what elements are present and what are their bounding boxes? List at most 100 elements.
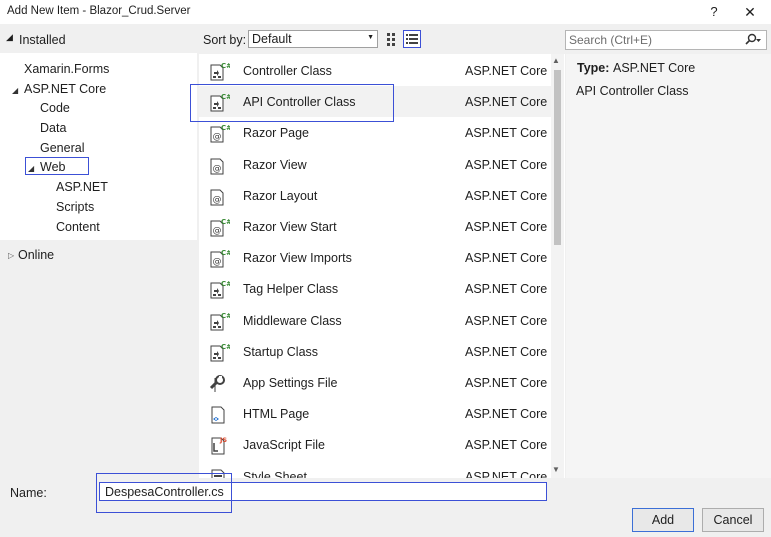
item-category: ASP.NET Core: [465, 251, 548, 266]
item-category: ASP.NET Core: [465, 407, 548, 422]
settings-file-icon: [208, 373, 230, 395]
item-category: ASP.NET Core: [465, 95, 548, 110]
svg-text:@: @: [213, 257, 222, 267]
razor-csharp-icon: C#@: [208, 248, 232, 270]
tree-item-data[interactable]: Data: [40, 121, 66, 135]
item-name: Controller Class: [243, 64, 332, 78]
list-item[interactable]: C#@ Razor View Imports ASP.NET Core: [199, 242, 551, 273]
tree-item-online[interactable]: Online: [18, 248, 54, 262]
type-label: Type:: [577, 61, 610, 75]
chevron-down-icon: ▼: [367, 34, 374, 41]
item-name: Razor View: [243, 157, 307, 172]
name-selection-highlight: [96, 473, 232, 513]
item-category: ASP.NET Core: [465, 469, 548, 478]
type-value: ASP.NET Core: [613, 61, 696, 75]
item-name: Style Sheet: [243, 469, 307, 478]
razor-csharp-icon: C#@: [208, 123, 232, 145]
item-name: App Settings File: [243, 376, 338, 390]
csharp-class-icon: C#: [208, 61, 232, 83]
item-name: Startup Class: [243, 344, 319, 359]
svg-text:@: @: [213, 164, 222, 174]
item-category: ASP.NET Core: [465, 157, 548, 172]
razor-icon: @: [208, 155, 230, 177]
item-selection-highlight: [190, 84, 394, 122]
tree-item-xamarin-forms[interactable]: Xamarin.Forms: [24, 62, 109, 76]
tree-item-web[interactable]: Web: [40, 160, 65, 174]
item-category: ASP.NET Core: [465, 188, 548, 203]
csharp-class-icon: C#: [208, 342, 232, 364]
list-item[interactable]: @ Razor Layout ASP.NET Core: [199, 180, 551, 211]
item-name: Razor View Start: [243, 220, 337, 234]
razor-icon: @: [208, 186, 230, 208]
item-name: Tag Helper Class: [243, 282, 339, 297]
item-name: JavaScript File: [243, 438, 325, 453]
item-name: HTML Page: [243, 407, 310, 422]
item-category: ASP.NET Core: [465, 344, 548, 359]
details-pane: [566, 54, 771, 478]
expand-icon[interactable]: ◢: [28, 164, 34, 173]
list-item[interactable]: C#@ Razor View Start ASP.NET Core: [199, 211, 551, 242]
installed-expand-icon[interactable]: ◢: [6, 32, 13, 43]
search-input[interactable]: [569, 32, 741, 48]
scroll-down-icon[interactable]: ▼: [552, 465, 560, 474]
csharp-class-icon: C#: [208, 311, 232, 333]
grid-view-icon[interactable]: [385, 31, 401, 47]
item-category: ASP.NET Core: [465, 438, 548, 453]
svg-text:C#: C#: [221, 343, 230, 351]
javascript-file-icon: JS: [208, 435, 230, 457]
html-file-icon: [208, 404, 230, 426]
svg-text:C#: C#: [221, 62, 230, 70]
svg-text:JS: JS: [219, 436, 227, 444]
svg-text:C#: C#: [221, 249, 230, 257]
item-category: ASP.NET Core: [465, 126, 548, 141]
tree-item-aspnet-core[interactable]: ASP.NET Core: [24, 82, 106, 96]
list-item[interactable]: C# Controller Class ASP.NET Core: [199, 55, 551, 86]
window-title: Add New Item - Blazor_Crud.Server: [7, 5, 191, 17]
razor-csharp-icon: C#@: [208, 217, 232, 239]
tree-item-code[interactable]: Code: [40, 101, 70, 115]
item-category: ASP.NET Core: [465, 220, 548, 234]
close-button[interactable]: ✕: [738, 2, 762, 22]
tree-item-content[interactable]: Content: [56, 220, 100, 234]
svg-text:C#: C#: [221, 312, 230, 320]
item-name: Razor Page: [243, 126, 310, 141]
svg-text:C#: C#: [221, 218, 230, 226]
csharp-class-icon: C#: [208, 279, 232, 301]
scroll-up-icon[interactable]: ▲: [552, 56, 560, 65]
search-icon[interactable]: [744, 33, 762, 47]
svg-text:C#: C#: [221, 280, 230, 288]
item-name: Razor View Imports: [243, 251, 352, 266]
list-item[interactable]: C# Middleware Class ASP.NET Core: [199, 305, 551, 336]
list-item[interactable]: C# Startup Class ASP.NET Core: [199, 336, 551, 367]
cancel-button[interactable]: Cancel: [702, 508, 764, 532]
list-item[interactable]: Style Sheet ASP.NET Core: [199, 461, 551, 478]
item-category: ASP.NET Core: [465, 282, 548, 297]
list-item[interactable]: C# Tag Helper Class ASP.NET Core: [199, 273, 551, 304]
tree-item-aspnet[interactable]: ASP.NET: [56, 180, 108, 194]
add-button[interactable]: Add: [632, 508, 694, 532]
list-item[interactable]: JS JavaScript File ASP.NET Core: [199, 429, 551, 460]
expand-icon[interactable]: ◢: [12, 86, 18, 95]
installed-header[interactable]: Installed: [19, 33, 66, 47]
svg-text:C#: C#: [221, 124, 230, 132]
sort-by-value: Default: [252, 32, 292, 46]
list-item[interactable]: HTML Page ASP.NET Core: [199, 398, 551, 429]
sort-by-dropdown[interactable]: Default ▼: [248, 30, 378, 48]
search-box: [565, 30, 767, 50]
tree-item-general[interactable]: General: [40, 141, 84, 155]
list-item[interactable]: @ Razor View ASP.NET Core: [199, 149, 551, 180]
item-category: ASP.NET Core: [465, 64, 548, 78]
item-name: Middleware Class: [243, 313, 342, 328]
list-item[interactable]: App Settings File ASP.NET Core: [199, 367, 551, 398]
name-label: Name:: [10, 486, 47, 500]
svg-text:@: @: [213, 132, 222, 142]
list-item[interactable]: C#@ Razor Page ASP.NET Core: [199, 117, 551, 148]
sort-by-label: Sort by:: [203, 33, 247, 47]
online-expand-icon[interactable]: ▷: [8, 251, 14, 260]
item-category: ASP.NET Core: [465, 376, 548, 390]
help-button[interactable]: ?: [704, 2, 724, 22]
tree-item-scripts[interactable]: Scripts: [56, 200, 94, 214]
list-view-icon[interactable]: [403, 30, 421, 48]
item-category: ASP.NET Core: [465, 313, 548, 328]
scrollbar-thumb[interactable]: [554, 70, 561, 245]
